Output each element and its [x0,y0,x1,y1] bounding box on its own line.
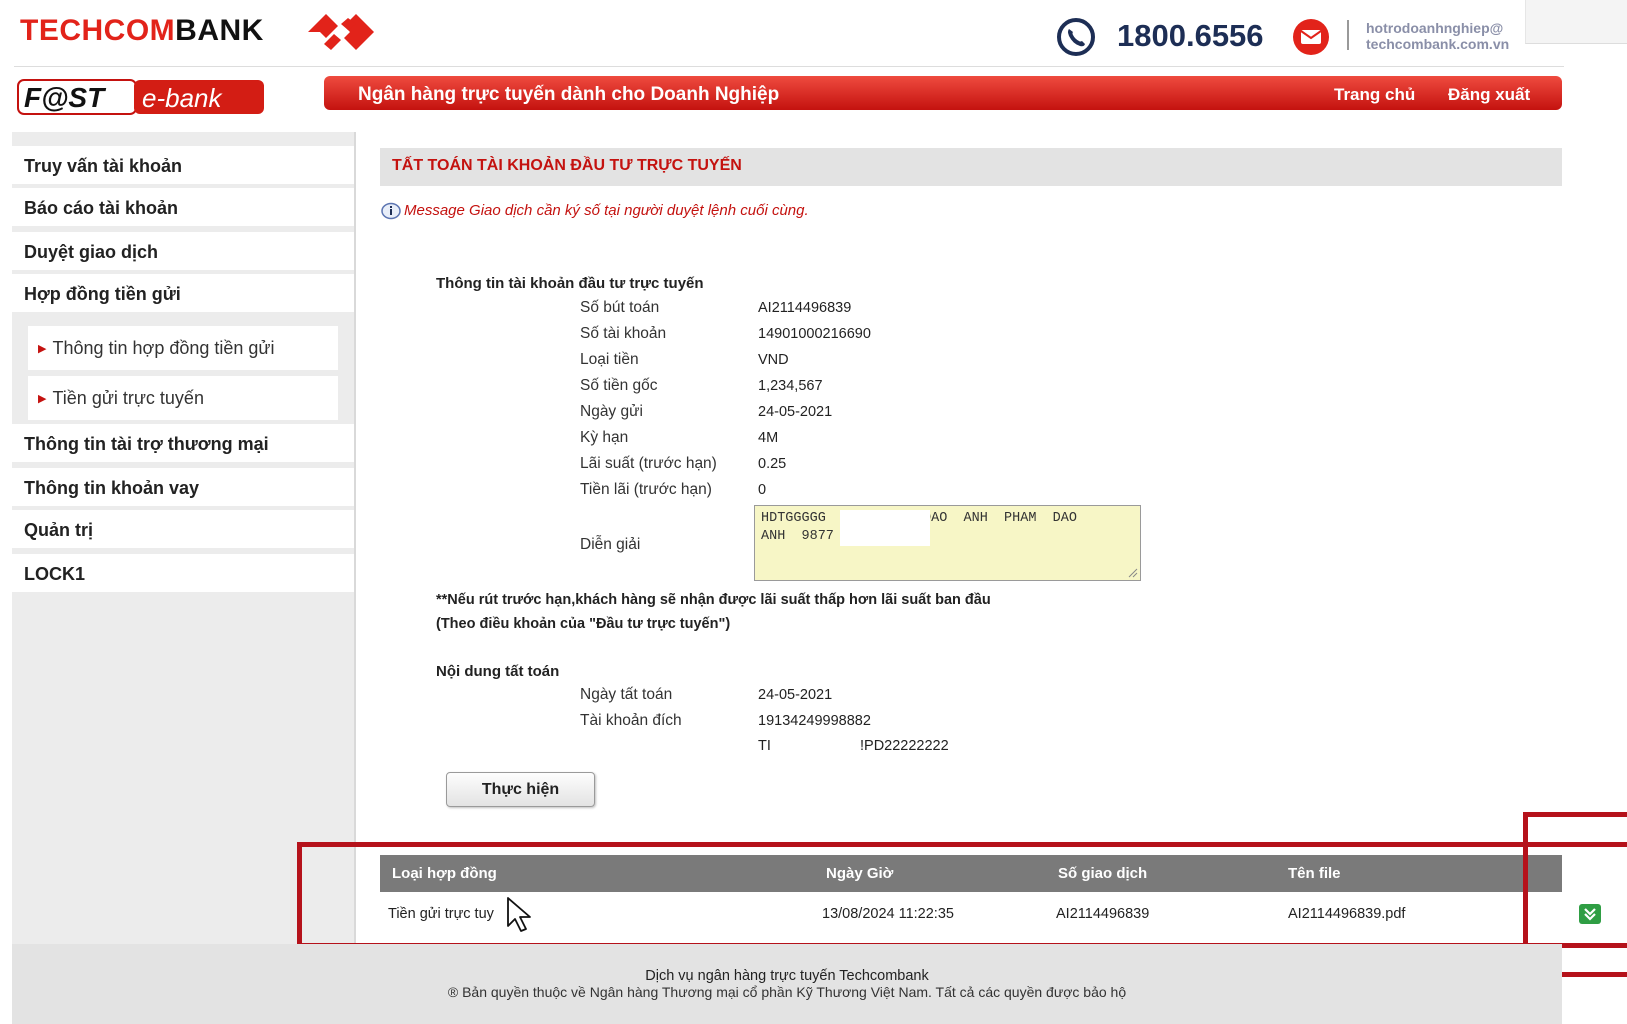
terms-note: (Theo điều khoản của "Đầu tư trực tuyến"… [436,616,731,632]
techcombank-diamond-icon [308,14,374,50]
field-value-entry-number: AI2114496839 [758,300,852,316]
field-value-term: 4M [758,430,779,446]
header-divider [14,66,1564,67]
field-label-principal: Số tiền gốc [580,377,658,394]
hotline-number: 1800.6556 [1117,18,1264,53]
sidebar-item-account-inquiry[interactable]: Truy vấn tài khoản [12,146,354,186]
sidebar-divider [354,132,356,944]
sidebar-item-account-report[interactable]: Báo cáo tài khoản [12,188,354,228]
logo-fast-text: F@ST [24,82,107,113]
support-email-line2: techcombank.com.vn [1366,36,1510,52]
field-label-deposit-date: Ngày gửi [580,403,643,420]
logout-link[interactable]: Đăng xuất [1448,85,1530,105]
sidebar-subitem-deposit-contract-info[interactable]: ▶ Thông tin hợp đồng tiền gửi [28,326,338,370]
settlement-extra-left: TI [758,738,771,754]
field-label-account-number: Số tài khoản [580,325,667,342]
sidebar-item-deposit-contract[interactable]: Hợp đồng tiền gửi [12,274,354,314]
field-value-principal: 1,234,567 [758,378,823,394]
subitem-label: Tiền gửi trực tuyến [52,388,204,408]
sidebar-item-loan-info[interactable]: Thông tin khoản vay [12,468,354,508]
brand-part2: BANK [175,14,264,47]
resize-grip-icon[interactable] [1128,568,1138,578]
sidebar-item-admin[interactable]: Quản trị [12,510,354,550]
phone-icon [1057,18,1095,56]
footer-service-name: Dịch vụ ngân hàng trực tuyến Techcombank [645,968,929,984]
mouse-pointer-icon [507,897,531,932]
info-icon [381,202,401,220]
settlement-heading: Nội dung tất toán [436,663,560,680]
redaction-mask [840,510,930,546]
fast-ebank-logo: F@ST e-bank [17,79,264,115]
info-message: Message Giao dịch cần ký số tại người du… [404,202,809,219]
techcombank-logo-text: TECHCOMBANK [20,14,264,48]
sidebar-subitem-online-deposit[interactable]: ▶ Tiền gửi trực tuyến [28,376,338,420]
field-value-currency: VND [758,352,789,368]
field-label-currency: Loại tiền [580,351,639,368]
settlement-extra-right: !PD22222222 [860,738,949,754]
early-withdrawal-note: **Nếu rút trước hạn,khách hàng sẽ nhận đ… [436,592,991,608]
footer-copyright: ® Bản quyền thuộc về Ngân hàng Thương mạ… [447,984,1127,1000]
field-label-destination-account: Tài khoản đích [580,712,682,729]
sidebar-item-approve-transactions[interactable]: Duyệt giao dịch [12,232,354,272]
description-field[interactable]: HDTGGGGG 1 DAO ANH PHAM DAO ANH 9877 [754,505,1141,581]
description-label: Diễn giải [580,536,641,553]
field-label-term: Kỳ hạn [580,429,629,446]
field-label-settlement-date: Ngày tất toán [580,686,673,703]
bullet-icon: ▶ [38,343,47,355]
banner-title: Ngân hàng trực tuyến dành cho Doanh Nghi… [358,84,780,105]
sidebar-item-trade-finance[interactable]: Thông tin tài trợ thương mại [12,424,354,464]
window-corner-tab [1525,0,1627,44]
field-value-account-number: 14901000216690 [758,326,871,342]
account-info-heading: Thông tin tài khoản đầu tư trực tuyến [436,275,704,292]
header-separator [1347,20,1349,50]
sidebar-item-lock1[interactable]: LOCK1 [12,554,354,594]
mail-icon [1293,19,1329,55]
logo-ebank-text: e-bank [142,83,223,113]
subitem-label: Thông tin hợp đồng tiền gửi [52,338,275,358]
field-value-early-interest: 0 [758,482,767,498]
support-email[interactable]: hotrodoanhnghiep@ techcombank.com.vn [1366,20,1509,52]
bullet-icon: ▶ [38,393,47,405]
field-value-settlement-date: 24-05-2021 [758,687,833,703]
page-title: TẤT TOÁN TÀI KHOẢN ĐẦU TƯ TRỰC TUYẾN [392,157,742,174]
field-value-destination-account: 19134249998882 [758,713,871,729]
field-value-early-rate: 0.25 [758,456,787,472]
highlight-box-table [297,842,1627,948]
field-value-deposit-date: 24-05-2021 [758,404,833,420]
brand-part1: TECHCOM [20,14,176,47]
support-email-line1: hotrodoanhnghiep@ [1366,20,1504,36]
field-label-early-rate: Lãi suất (trước hạn) [580,455,717,472]
field-label-entry-number: Số bút toán [580,299,660,316]
field-label-early-interest: Tiền lãi (trước hạn) [580,481,712,498]
submit-button[interactable]: Thực hiện [446,772,595,807]
home-link[interactable]: Trang chủ [1334,85,1415,105]
